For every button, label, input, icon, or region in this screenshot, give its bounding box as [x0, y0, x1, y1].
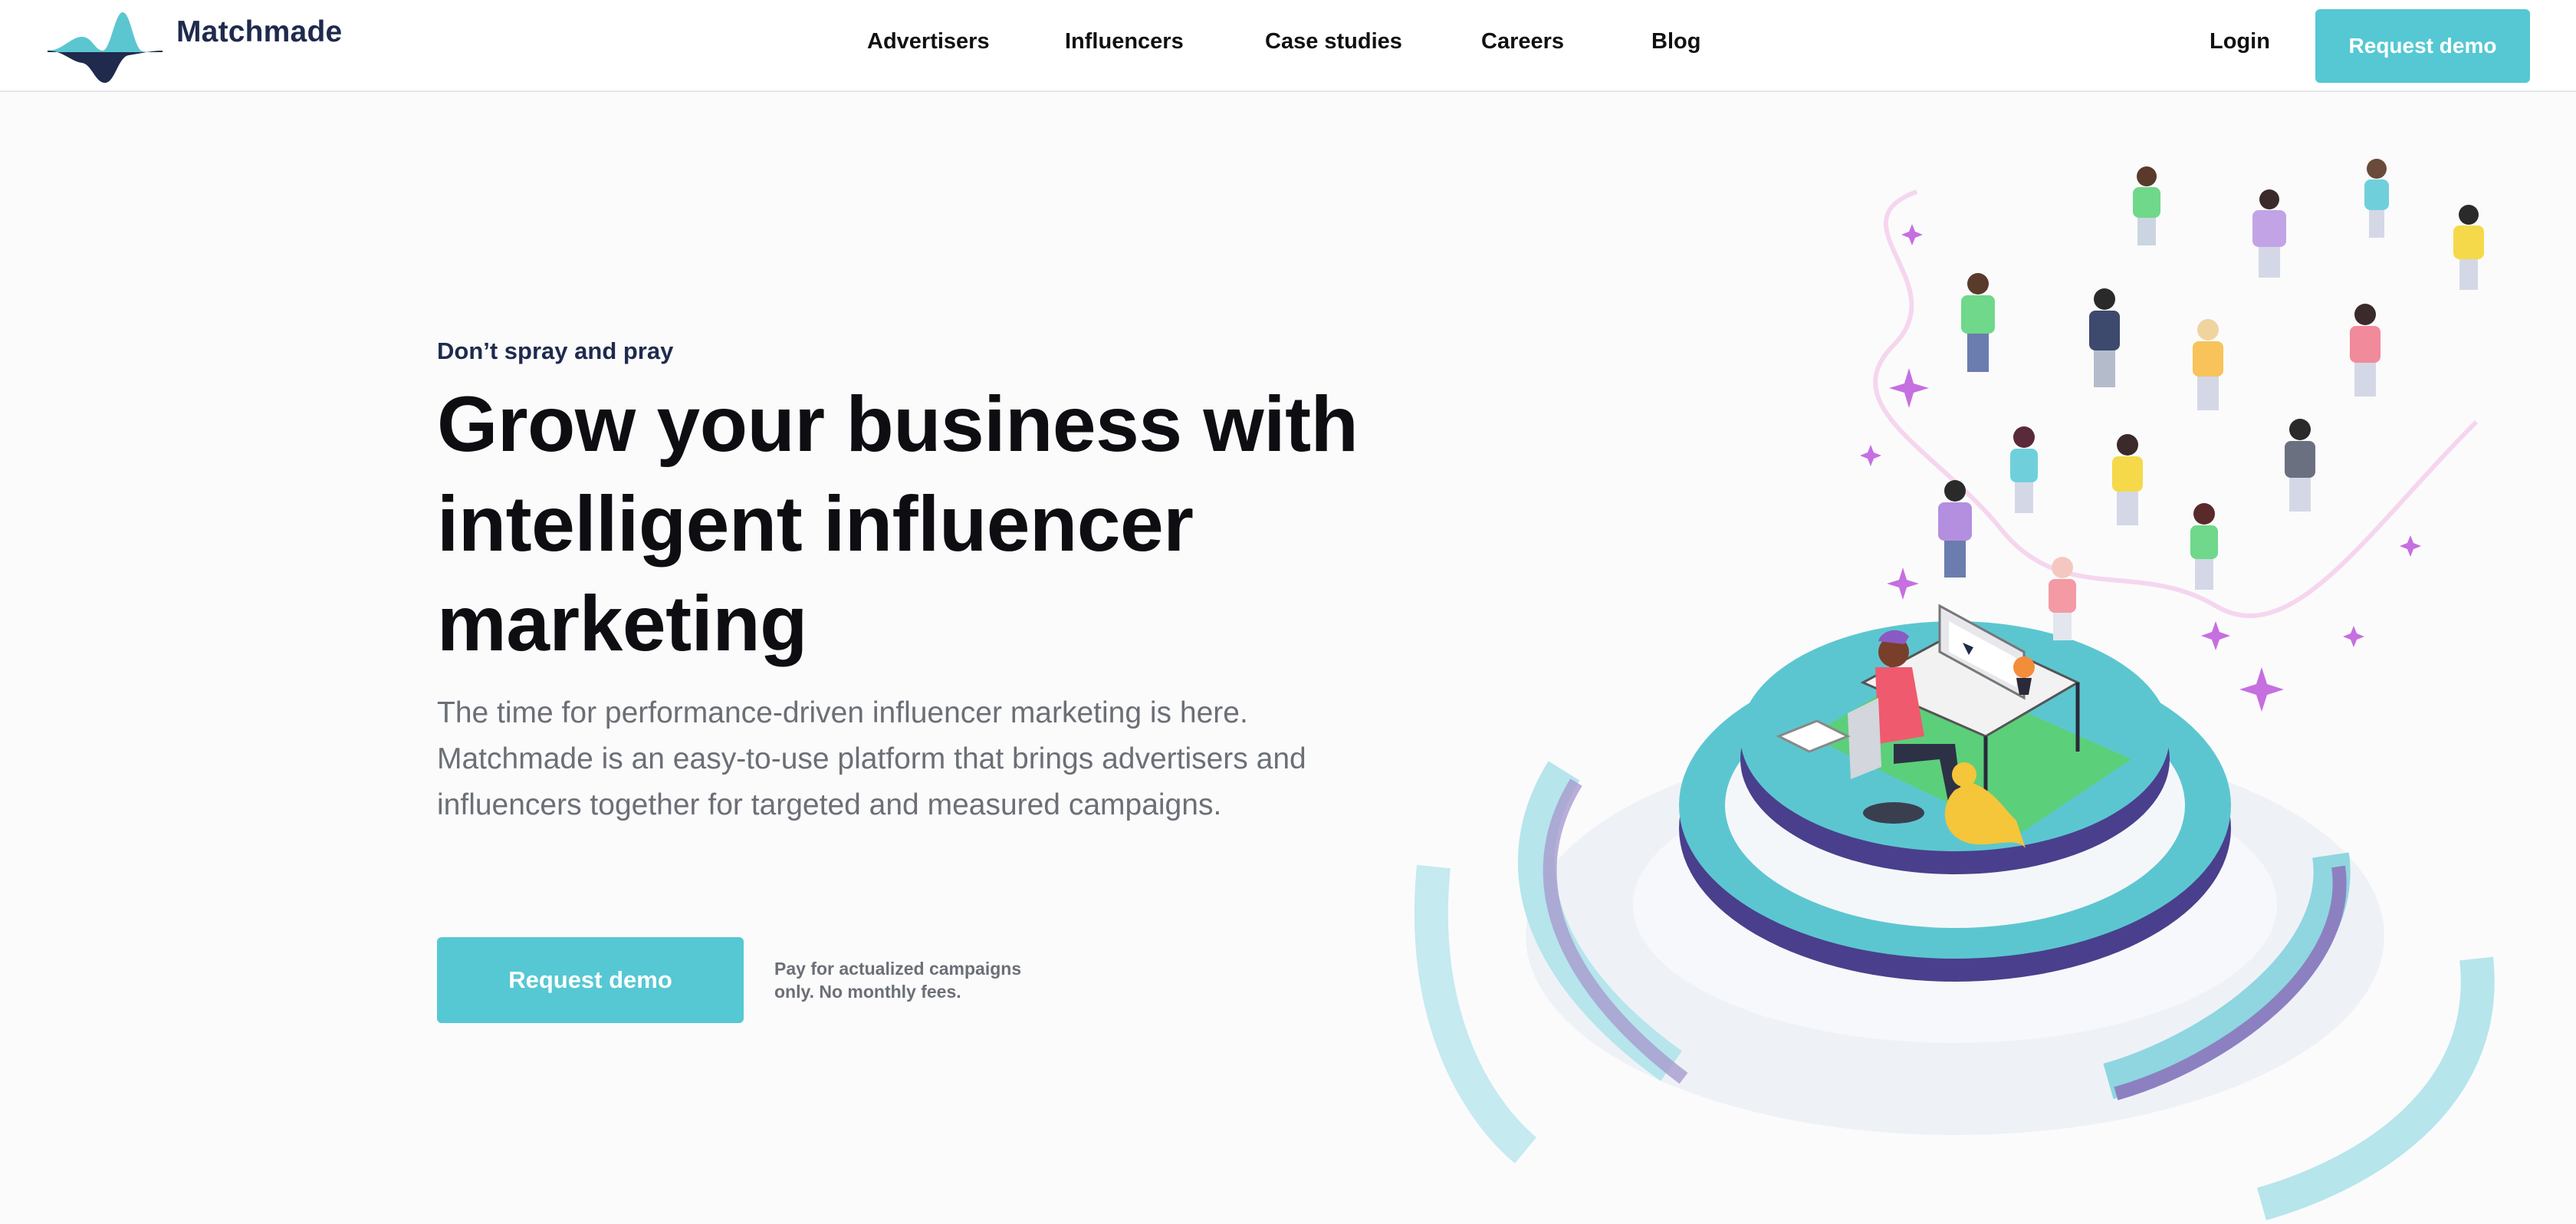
lead-line: Matchmade is an easy-to-use platform tha… — [437, 742, 1306, 775]
main-nav: Advertisers Influencers Case studies Car… — [0, 29, 2576, 63]
nav-case-studies[interactable]: Case studies — [1265, 29, 1402, 54]
pricing-note-line: Pay for actualized campaigns — [774, 959, 1022, 979]
headline-line: Grow your business with — [437, 380, 1359, 468]
headline-line: intelligent influencer — [437, 480, 1194, 568]
request-demo-hero-button[interactable]: Request demo — [437, 937, 744, 1023]
headline-line: marketing — [437, 580, 808, 667]
pricing-note: Pay for actualized campaigns only. No mo… — [774, 957, 1021, 1003]
nav-influencers[interactable]: Influencers — [1065, 29, 1184, 54]
hero-lead: The time for performance-driven influenc… — [437, 690, 1403, 828]
request-demo-header-button[interactable]: Request demo — [2315, 9, 2530, 83]
nav-careers[interactable]: Careers — [1481, 29, 1564, 54]
hero-eyebrow: Don’t spray and pray — [437, 337, 674, 364]
nav-blog[interactable]: Blog — [1651, 29, 1700, 54]
influencer-crowd-illustration — [1414, 159, 2495, 1221]
lead-line: The time for performance-driven influenc… — [437, 696, 1248, 729]
site-header: Matchmade Advertisers Influencers Case s… — [0, 0, 2576, 92]
login-link[interactable]: Login — [2210, 29, 2270, 54]
hero-headline: Grow your business with intelligent infl… — [437, 374, 1418, 673]
lead-line: influencers together for targeted and me… — [437, 788, 1222, 821]
pricing-note-line: only. No monthly fees. — [774, 982, 961, 1002]
nav-advertisers[interactable]: Advertisers — [867, 29, 990, 54]
